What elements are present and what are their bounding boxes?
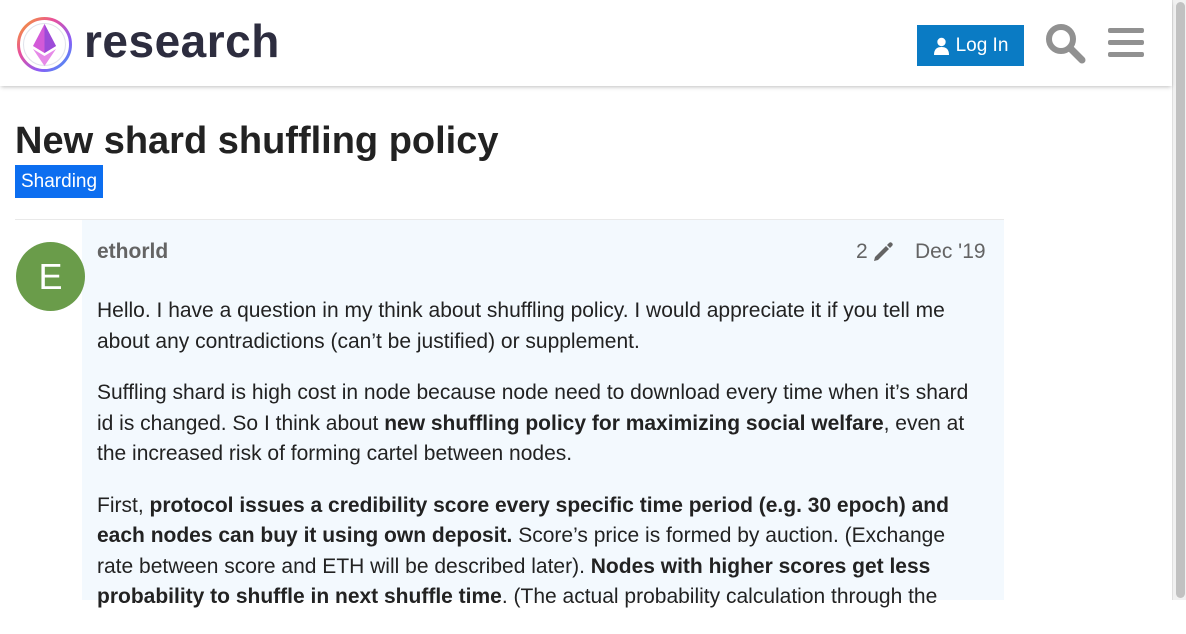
search-icon[interactable] [1044, 22, 1086, 64]
post-paragraph: First, protocol issues a credibility sco… [97, 491, 987, 613]
topic-title[interactable]: New shard shuffling policy [15, 119, 499, 163]
post-edit-history[interactable]: 2 [856, 240, 894, 264]
post-content: Hello. I have a question in my think abo… [97, 296, 987, 634]
edit-count: 2 [856, 240, 868, 263]
scrollbar-thumb[interactable] [1176, 2, 1185, 598]
bold-text: new shuffling policy for maximizing soci… [384, 411, 884, 435]
category-badge[interactable]: Sharding [15, 165, 104, 198]
user-icon [933, 37, 949, 55]
site-header: research Log In [0, 0, 1172, 86]
avatar[interactable]: E [16, 242, 85, 311]
text-run: . (The actual probability calculation th… [501, 585, 938, 608]
login-button[interactable]: Log In [917, 25, 1024, 66]
site-brand-name[interactable]: research [84, 14, 280, 68]
page-scrollbar[interactable] [1172, 0, 1186, 600]
ethereum-research-logo[interactable] [16, 16, 73, 73]
text-run: Hello. I have a question in my think abo… [97, 299, 945, 353]
post-date[interactable]: Dec '19 [915, 240, 986, 264]
post-username[interactable]: ethorld [97, 240, 168, 264]
hamburger-menu-icon[interactable] [1106, 24, 1146, 62]
login-label: Log In [955, 34, 1009, 56]
avatar-letter: E [38, 255, 63, 297]
post-paragraph: Suffling shard is high cost in node beca… [97, 378, 987, 470]
post-paragraph: Hello. I have a question in my think abo… [97, 296, 987, 357]
pencil-icon [873, 242, 893, 261]
text-run: First, [97, 493, 150, 517]
